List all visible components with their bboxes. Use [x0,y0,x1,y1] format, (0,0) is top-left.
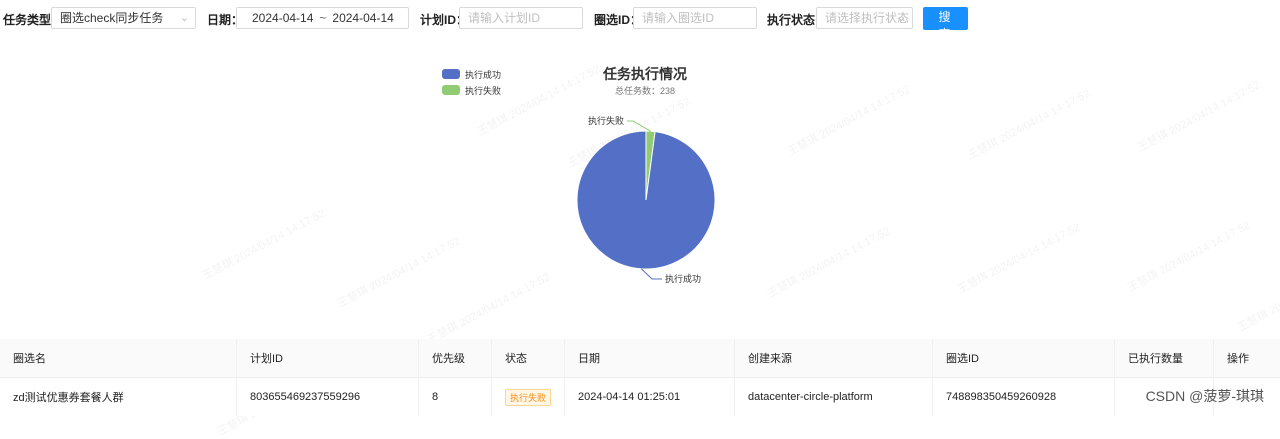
pie-label-success-leader-line [641,268,662,280]
column-header: 圈选名 [0,339,237,377]
legend-swatch [442,85,460,95]
pie-chart: 执行失败执行成功 [576,115,716,284]
table-row: zd测试优惠券套餐人群 803655469237559296 8 执行失败 20… [0,378,1280,416]
legend-label: 执行成功 [465,69,502,80]
legend-label: 执行失败 [465,85,502,96]
column-header: 优先级 [419,339,492,377]
cell-circle-id: 748898350459260928 [933,378,1115,416]
chart-title: 任务执行情况 [603,66,687,82]
legend-swatch [442,69,460,79]
pie-slice-success[interactable] [576,130,716,270]
column-header: 操作 [1227,353,1249,365]
pie-label-fail-leader-line [627,120,651,132]
column-header: 日期 [565,339,735,377]
pie-label-success: 执行成功 [665,273,701,284]
column-header: 计划ID [237,339,419,377]
legend-item-fail[interactable]: 执行失败 [442,82,501,98]
column-header: 圈选ID [933,339,1115,377]
task-table: 圈选名 计划ID 优先级 状态 日期 创建来源 圈选ID 已执行数量 操作 zd… [0,339,1280,416]
cell-plan-id: 803655469237559296 [237,378,419,416]
table-header: 圈选名 计划ID 优先级 状态 日期 创建来源 圈选ID 已执行数量 操作 [0,339,1280,378]
chart-legend: 执行成功 执行失败 [442,66,501,98]
column-header: 创建来源 [735,339,933,377]
pie-label-fail: 执行失败 [588,115,624,126]
cell-priority: 8 [419,378,492,416]
column-header: 状态 [492,339,565,377]
cell-name: zd测试优惠券套餐人群 [0,378,237,416]
chart-subtitle: 总任务数：238 [614,86,676,96]
column-header: 已执行数量 [1115,339,1214,377]
legend-item-success[interactable]: 执行成功 [442,66,501,82]
status-badge: 执行失败 [505,388,552,406]
csdn-watermark: CSDN @菠萝-琪琪 [1145,388,1264,404]
cell-source: datacenter-circle-platform [735,378,933,416]
cell-date: 2024-04-14 01:25:01 [565,378,735,416]
cell-status: 执行失败 [492,378,565,416]
